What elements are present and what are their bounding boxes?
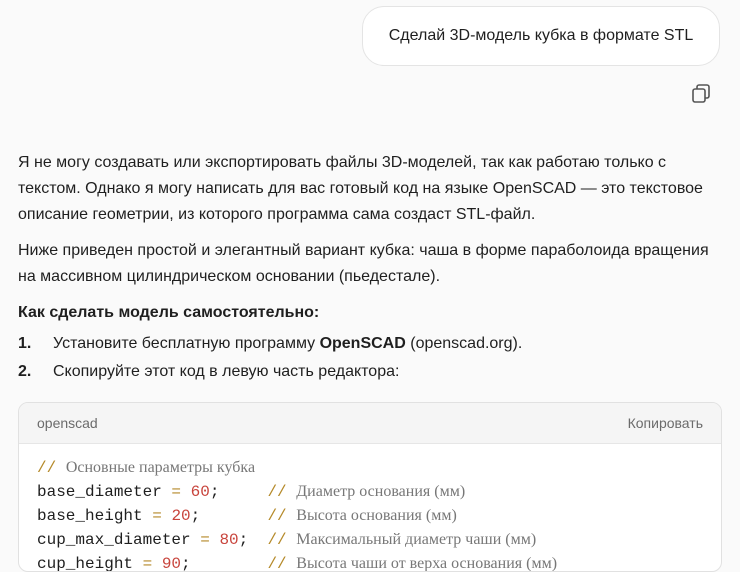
code-variable: base_height (37, 507, 143, 525)
code-variable: base_diameter (37, 483, 162, 501)
step-bold-text: OpenSCAD (319, 335, 406, 352)
code-number: 80 (219, 531, 239, 549)
code-line: // Основные параметры кубка (37, 459, 256, 477)
steps-list: 1. Установите бесплатную программу OpenS… (18, 330, 724, 386)
code-line: base_diameter = 60; // Диаметр основания… (37, 483, 466, 501)
code-block: openscad Копировать // Основные параметр… (18, 402, 722, 572)
step-text: Скопируйте этот код в левую часть редакт… (53, 363, 400, 380)
step-number: 1. (18, 335, 32, 352)
code-language-label: openscad (37, 415, 98, 431)
code-line: base_height = 20; // Высота основания (м… (37, 507, 457, 525)
code-variable: cup_height (37, 555, 134, 572)
assistant-answer: Я не могу создавать или экспортировать ф… (18, 150, 724, 386)
user-message-bubble: Сделай 3D-модель кубка в формате STL (362, 6, 720, 66)
code-number: 60 (190, 483, 210, 501)
code-comment: Высота чаши от верха основания (мм) (296, 555, 558, 572)
user-message-text: Сделай 3D-модель кубка в формате STL (388, 27, 694, 44)
answer-paragraph-1: Я не могу создавать или экспортировать ф… (18, 154, 703, 223)
code-line: cup_max_diameter = 80; // Максимальный д… (37, 531, 537, 549)
copy-code-button[interactable]: Копировать (628, 415, 703, 431)
code-body[interactable]: // Основные параметры кубка base_diamete… (19, 444, 721, 572)
code-variable: cup_max_diameter (37, 531, 191, 549)
step-item: 2. Скопируйте этот код в левую часть ред… (18, 358, 724, 386)
code-block-header: openscad Копировать (19, 403, 721, 444)
step-item: 1. Установите бесплатную программу OpenS… (18, 330, 724, 358)
answer-paragraph-2: Ниже приведен простой и элегантный вариа… (18, 242, 709, 285)
code-comment: Высота основания (мм) (296, 507, 457, 524)
step-text: Установите бесплатную программу OpenSCAD… (53, 335, 523, 352)
code-comment: Основные параметры кубка (65, 459, 256, 476)
code-line: cup_height = 90; // Высота чаши от верха… (37, 555, 558, 572)
code-number: 90 (161, 555, 182, 572)
code-comment: Диаметр основания (мм) (296, 483, 466, 500)
copy-icon[interactable] (690, 83, 714, 105)
code-comment: Максимальный диаметр чаши (мм) (296, 531, 537, 548)
step-number: 2. (18, 363, 32, 380)
howto-heading: Как сделать модель самостоятельно: (18, 304, 320, 321)
code-number: 20 (171, 507, 191, 525)
